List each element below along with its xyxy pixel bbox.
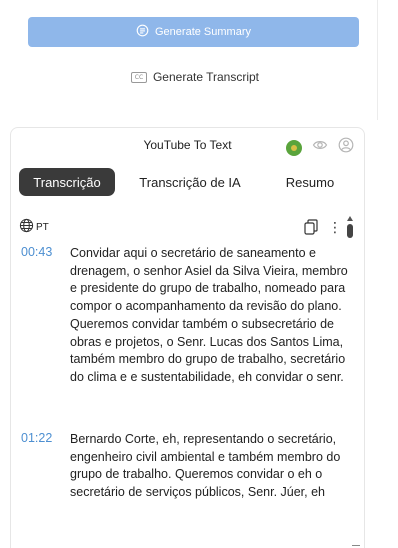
copy-icon[interactable] bbox=[304, 219, 318, 235]
segment-text: Convidar aqui o secretário de saneamento… bbox=[70, 246, 348, 384]
scrollbar-thumb[interactable] bbox=[347, 224, 353, 238]
segment-text: Bernardo Corte, eh, representando o secr… bbox=[70, 432, 341, 500]
generate-summary-label: Generate Summary bbox=[155, 26, 251, 38]
language-code: PT bbox=[36, 221, 49, 233]
globe-icon bbox=[19, 218, 34, 236]
transcript-toolbar: PT ⋮ bbox=[19, 216, 356, 238]
generate-transcript-button[interactable]: CC Generate Transcript bbox=[100, 66, 290, 88]
header-icons bbox=[286, 137, 354, 158]
tab-bar: Transcrição Transcrição de IA Resumo bbox=[19, 168, 356, 196]
divider bbox=[377, 0, 378, 120]
eye-icon[interactable] bbox=[312, 137, 328, 158]
captions-icon: CC bbox=[130, 71, 147, 83]
brand-logo-icon[interactable] bbox=[286, 139, 302, 156]
tab-resumo[interactable]: Resumo bbox=[265, 168, 355, 196]
tab-transcricao-ia[interactable]: Transcrição de IA bbox=[115, 168, 265, 196]
tab-transcricao[interactable]: Transcrição bbox=[19, 168, 115, 196]
generate-transcript-label: Generate Transcript bbox=[152, 70, 260, 84]
summary-icon bbox=[136, 24, 149, 40]
segment-timestamp[interactable]: 01:22 bbox=[21, 431, 52, 445]
avatar-icon[interactable] bbox=[338, 137, 354, 158]
youtube-to-text-panel: YouTube To Text Transcrição Transcrição … bbox=[10, 127, 365, 548]
generate-summary-button[interactable]: Generate Summary bbox=[28, 17, 359, 47]
scrollbar-up-arrow[interactable] bbox=[347, 216, 353, 221]
panel-header: YouTube To Text bbox=[11, 128, 364, 165]
language-selector[interactable]: PT bbox=[19, 218, 49, 236]
segment-timestamp[interactable]: 00:43 bbox=[21, 245, 52, 259]
more-vertical-icon[interactable]: ⋮ bbox=[328, 218, 342, 236]
scrollbar-bottom-mark bbox=[352, 545, 360, 546]
